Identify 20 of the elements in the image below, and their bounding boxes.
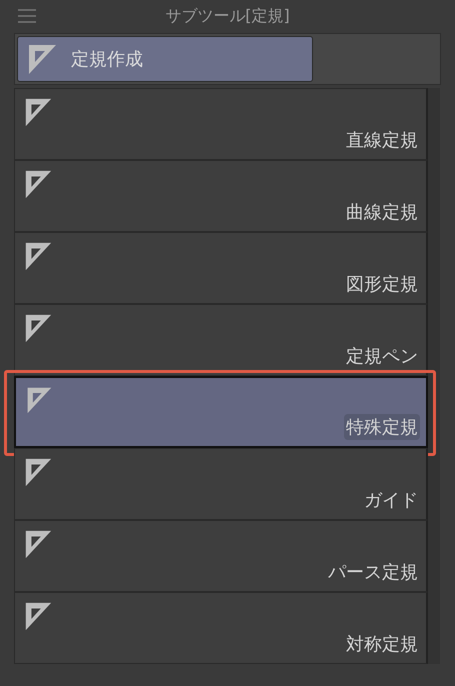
scrollbar[interactable] [428, 88, 440, 664]
subtool-item[interactable]: 図形定規 [14, 232, 428, 304]
subtool-item[interactable]: 定規ペン [14, 304, 428, 376]
subtool-item[interactable]: 直線定規 [14, 88, 428, 160]
ruler-icon [23, 457, 53, 487]
ruler-icon [23, 529, 53, 559]
ruler-icon [23, 97, 53, 127]
ruler-icon [27, 43, 57, 75]
panel-title: サブツール[定規] [165, 6, 290, 26]
menu-icon[interactable] [18, 9, 36, 23]
subtool-item[interactable]: 対称定規 [14, 592, 428, 664]
subtool-item[interactable]: 特殊定規 [14, 376, 428, 448]
ruler-icon [23, 601, 53, 631]
subtool-item[interactable]: ガイド [14, 448, 428, 520]
ruler-icon [23, 313, 53, 343]
ruler-icon [23, 169, 53, 199]
group-tab[interactable]: 定規作成 [17, 36, 313, 82]
ruler-icon [23, 241, 53, 271]
subtool-item[interactable]: 曲線定規 [14, 160, 428, 232]
subtool-item[interactable]: パース定規 [14, 520, 428, 592]
